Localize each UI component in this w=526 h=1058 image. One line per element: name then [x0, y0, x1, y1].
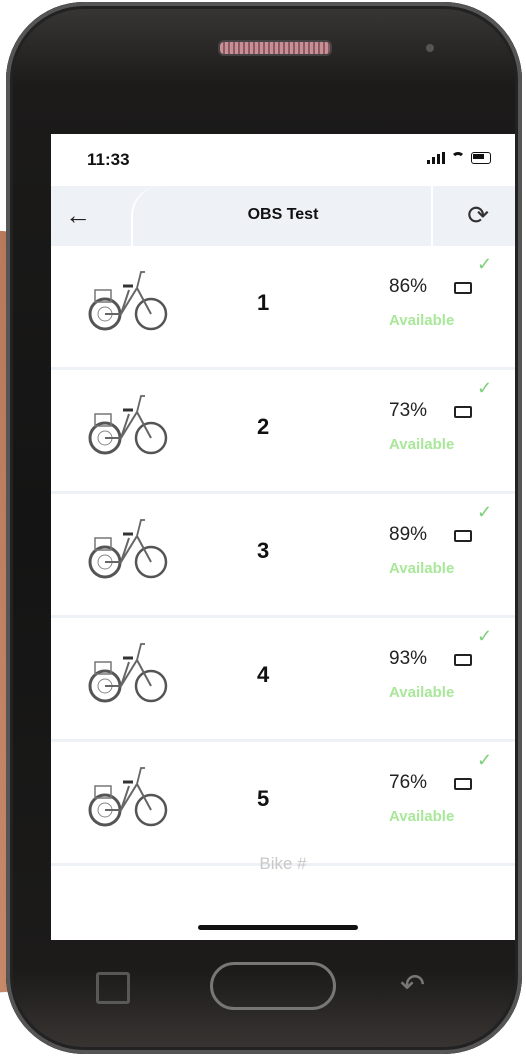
bike-row[interactable]: 4 93% ✓ Available	[51, 618, 515, 742]
bike-image	[87, 760, 169, 832]
check-icon: ✓	[477, 750, 493, 770]
home-indicator[interactable]	[198, 925, 358, 930]
bike-number: 5	[257, 786, 270, 811]
battery-icon	[471, 152, 491, 164]
battery-icon	[454, 654, 472, 666]
battery-icon	[454, 282, 472, 294]
check-icon: ✓	[477, 254, 493, 274]
availability-status: Available	[389, 312, 455, 329]
bike-number: 2	[257, 414, 270, 439]
battery-percent: 86%	[389, 276, 428, 297]
wifi-icon	[451, 152, 465, 164]
refresh-icon[interactable]: ⟳	[467, 200, 489, 230]
battery-icon	[454, 530, 472, 542]
bike-number: 4	[257, 662, 270, 687]
page-title: OBS Test	[247, 206, 319, 223]
battery-percent: 73%	[389, 400, 428, 421]
battery-icon	[454, 778, 472, 790]
battery-percent: 93%	[389, 648, 428, 669]
battery-icon	[454, 406, 472, 418]
check-icon: ✓	[477, 378, 493, 398]
front-camera	[426, 44, 434, 52]
availability-status: Available	[389, 436, 455, 453]
bike-row[interactable]: 5 76% ✓ Available	[51, 742, 515, 866]
battery-percent: 76%	[389, 772, 428, 793]
earpiece-speaker	[218, 40, 332, 56]
bike-image	[87, 636, 169, 708]
bike-number: 1	[257, 290, 270, 315]
app-screen: 11:33 ← OBS Test ⟳ 1 86% ✓ Available 2 7…	[51, 134, 515, 940]
availability-status: Available	[389, 808, 455, 825]
bike-column-label: Bike #	[259, 854, 307, 873]
availability-status: Available	[389, 684, 455, 701]
system-icons	[427, 152, 491, 164]
status-bar: 11:33	[51, 134, 515, 186]
check-icon: ✓	[477, 626, 493, 646]
check-icon: ✓	[477, 502, 493, 522]
bike-image	[87, 512, 169, 584]
bike-row[interactable]: 3 89% ✓ Available	[51, 494, 515, 618]
bike-row[interactable]: 1 86% ✓ Available	[51, 246, 515, 370]
bike-number: 3	[257, 538, 270, 563]
home-button[interactable]	[210, 962, 336, 1010]
recent-apps-button[interactable]	[96, 972, 130, 1004]
app-header: ← OBS Test ⟳	[51, 186, 515, 246]
bike-image	[87, 388, 169, 460]
back-button[interactable]: ↶	[400, 968, 425, 1003]
availability-status: Available	[389, 560, 455, 577]
battery-percent: 89%	[389, 524, 428, 545]
bike-list: 1 86% ✓ Available 2 73% ✓ Available 3 89…	[51, 246, 515, 866]
status-time: 11:33	[87, 150, 130, 169]
signal-icon	[427, 152, 445, 164]
bike-row[interactable]: 2 73% ✓ Available	[51, 370, 515, 494]
bike-image	[87, 264, 169, 336]
